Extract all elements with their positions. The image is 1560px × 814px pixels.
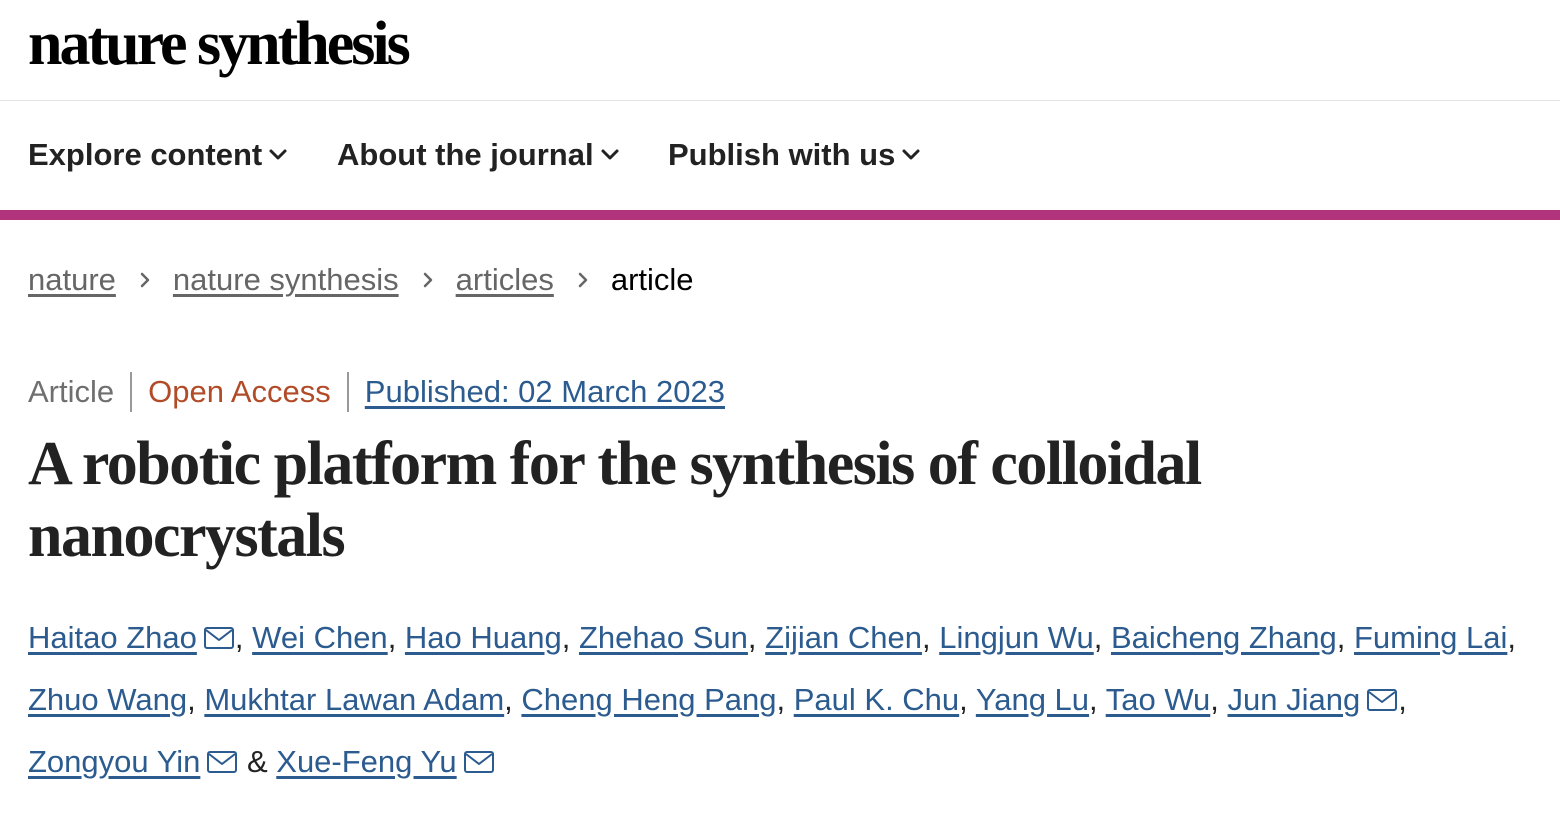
- author-link[interactable]: Paul K. Chu: [794, 682, 959, 717]
- author-separator: ,: [504, 682, 522, 717]
- author-link[interactable]: Baicheng Zhang: [1111, 620, 1337, 655]
- main-nav: Explore content About the journal Publis…: [0, 101, 1560, 210]
- nav-explore-content-label: Explore content: [28, 137, 263, 172]
- author-separator: ,: [747, 620, 766, 655]
- open-access-badge: Open Access: [148, 374, 331, 409]
- author-link[interactable]: Tao Wu: [1106, 682, 1211, 717]
- author-link[interactable]: Fuming Lai: [1354, 620, 1507, 655]
- author-separator: ,: [187, 682, 205, 717]
- author-list: Haitao Zhao, Wei Chen, Hao Huang, Zhehao…: [28, 607, 1528, 793]
- author-link[interactable]: Zhehao Sun: [579, 620, 748, 655]
- author-separator: ,: [561, 620, 579, 655]
- author-link[interactable]: Jun Jiang: [1228, 682, 1361, 717]
- author-separator: ,: [959, 682, 976, 717]
- breadcrumb-link-nature[interactable]: nature: [28, 262, 116, 298]
- author-separator: ,: [387, 620, 405, 655]
- breadcrumb-link-articles[interactable]: articles: [456, 262, 554, 298]
- email-icon[interactable]: [463, 733, 495, 773]
- nav-explore-content[interactable]: Explore content: [28, 137, 288, 173]
- author-link[interactable]: Yang Lu: [976, 682, 1089, 717]
- meta-divider: [130, 372, 133, 412]
- author-separator: ,: [1089, 682, 1106, 717]
- breadcrumb-link-nature-synthesis[interactable]: nature synthesis: [173, 262, 399, 298]
- author-separator: ,: [1093, 620, 1111, 655]
- email-icon[interactable]: [1366, 671, 1398, 711]
- author-link[interactable]: Hao Huang: [405, 620, 562, 655]
- article-page: nature synthesis Explore content About t…: [0, 0, 1560, 814]
- meta-divider: [346, 372, 349, 412]
- chevron-down-icon: [269, 149, 287, 160]
- nav-about-journal-label: About the journal: [337, 137, 594, 172]
- chevron-right-icon: [423, 272, 432, 288]
- author-separator: ,: [1398, 682, 1407, 717]
- author-separator: ,: [776, 682, 794, 717]
- nav-publish-with-us-label: Publish with us: [668, 137, 896, 172]
- author-separator: ,: [921, 620, 940, 655]
- article-meta: Article Open Access Published: 02 March …: [28, 372, 725, 412]
- journal-logo[interactable]: nature synthesis: [28, 6, 411, 82]
- author-separator: ,: [1210, 682, 1228, 717]
- author-link[interactable]: Zhuo Wang: [28, 682, 187, 717]
- author-link[interactable]: Zijian Chen: [765, 620, 922, 655]
- chevron-down-icon: [902, 149, 920, 160]
- accent-divider: [0, 210, 1560, 220]
- published-date-link[interactable]: Published: 02 March 2023: [365, 374, 725, 410]
- article-title: A robotic platform for the synthesis of …: [28, 430, 1202, 570]
- site-header: nature synthesis: [0, 0, 1560, 101]
- author-link[interactable]: Xue-Feng Yu: [276, 744, 456, 779]
- chevron-right-icon: [140, 272, 150, 288]
- author-link[interactable]: Haitao Zhao: [28, 620, 197, 655]
- chevron-right-icon: [578, 272, 588, 288]
- author-link[interactable]: Zongyou Yin: [28, 744, 200, 779]
- author-separator: ,: [1507, 620, 1516, 655]
- email-icon[interactable]: [203, 609, 235, 649]
- author-link[interactable]: Wei Chen: [252, 620, 388, 655]
- author-link[interactable]: Cheng Heng Pang: [521, 682, 776, 717]
- breadcrumb-current: article: [610, 262, 694, 297]
- email-icon[interactable]: [206, 733, 238, 773]
- author-separator: ,: [1336, 620, 1354, 655]
- nav-about-journal[interactable]: About the journal: [337, 137, 620, 173]
- chevron-down-icon: [601, 149, 619, 160]
- author-link[interactable]: Lingjun Wu: [939, 620, 1094, 655]
- breadcrumb: nature nature synthesis articles article: [28, 262, 694, 298]
- author-link[interactable]: Mukhtar Lawan Adam: [204, 682, 504, 717]
- author-separator: &: [238, 744, 277, 779]
- nav-publish-with-us[interactable]: Publish with us: [668, 137, 921, 173]
- author-separator: ,: [234, 620, 253, 655]
- article-type: Article: [28, 374, 115, 409]
